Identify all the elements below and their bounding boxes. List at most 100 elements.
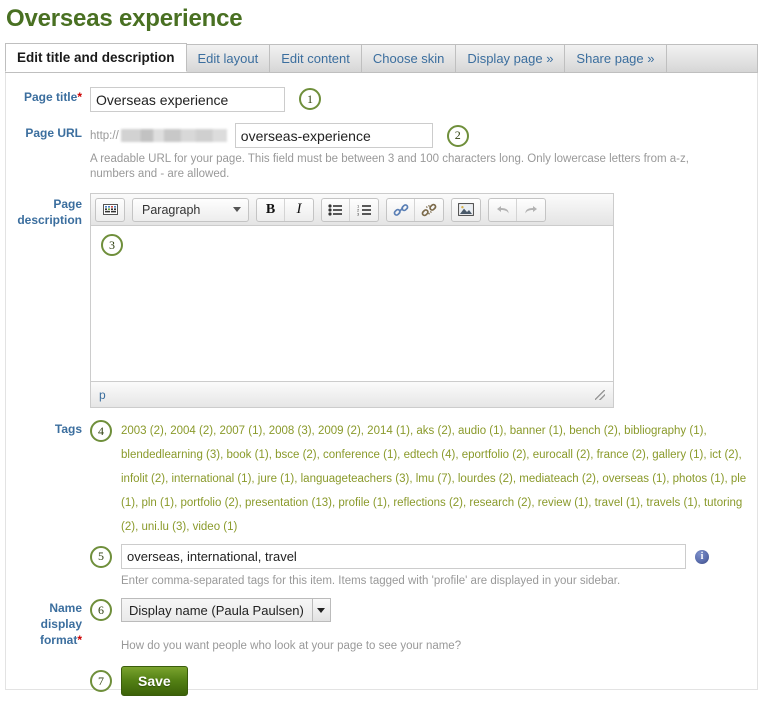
tag-link[interactable]: 2004	[170, 425, 196, 437]
name-display-format-select[interactable]: Display name (Paula Paulsen)	[121, 598, 331, 622]
tag-count: (1)	[680, 497, 698, 509]
tag-link[interactable]: bsce	[275, 449, 299, 461]
toolbar-group-fullscreen	[95, 197, 125, 222]
link-icon[interactable]	[387, 198, 415, 221]
tag-count: (2)	[445, 497, 463, 509]
tag-link[interactable]: book	[227, 449, 252, 461]
tag-link[interactable]: audio	[458, 425, 486, 437]
tag-count: (1)	[276, 473, 295, 485]
editor-resize-handle[interactable]	[595, 389, 605, 400]
required-asterisk-2: *	[77, 633, 82, 647]
tag-link[interactable]: tutoring	[704, 497, 742, 509]
italic-button[interactable]: I	[285, 199, 313, 221]
tag-link[interactable]: 2008	[269, 425, 295, 437]
save-line: 7 Save	[90, 666, 757, 696]
tab-edit-title-and-description[interactable]: Edit title and description	[5, 43, 187, 72]
tab-edit-layout[interactable]: Edit layout	[185, 44, 271, 72]
save-spacer	[6, 666, 90, 669]
tag-link[interactable]: ple	[731, 473, 746, 485]
tag-link[interactable]: eurocall	[533, 449, 573, 461]
page-description-label: Page description	[6, 193, 90, 228]
unordered-list-icon[interactable]	[322, 198, 350, 221]
tag-link[interactable]: conference	[323, 449, 380, 461]
redo-icon[interactable]	[517, 199, 545, 221]
keyboard-icon[interactable]	[96, 199, 124, 221]
tags-label: Tags	[6, 419, 90, 437]
tag-link[interactable]: infolit	[121, 473, 148, 485]
tag-count: (2)	[600, 425, 618, 437]
tag-count: (1)	[392, 425, 411, 437]
tag-link[interactable]: 2007	[219, 425, 245, 437]
tag-link[interactable]: portfolio	[180, 497, 221, 509]
tab-choose-skin[interactable]: Choose skin	[360, 44, 457, 72]
page-url-help-text: A readable URL for your page. This field…	[90, 153, 689, 180]
tag-link[interactable]: presentation	[245, 497, 308, 509]
step-marker-2: 2	[446, 124, 469, 147]
tag-link[interactable]: uni.lu	[141, 521, 169, 533]
tag-link[interactable]: languageteachers	[301, 473, 392, 485]
toolbar-group-format: Paragraph	[132, 197, 249, 222]
tag-link[interactable]: bibliography	[624, 425, 686, 437]
tag-count: (4)	[438, 449, 456, 461]
tag-link[interactable]: lmu	[416, 473, 435, 485]
tag-count: (1)	[686, 425, 704, 437]
paragraph-format-select[interactable]: Paragraph	[133, 199, 248, 221]
tag-link[interactable]: eportfolio	[462, 449, 509, 461]
tab-display-page[interactable]: Display page »	[455, 44, 566, 72]
save-field: 7 Save	[90, 666, 757, 696]
step-marker-4: 4	[90, 420, 112, 442]
page-description-editor-body[interactable]: 3	[91, 226, 613, 381]
tag-link[interactable]: travel	[595, 497, 623, 509]
tag-link[interactable]: edtech	[404, 449, 439, 461]
tag-link[interactable]: photos	[673, 473, 708, 485]
image-icon[interactable]	[452, 199, 480, 221]
undo-icon[interactable]	[489, 198, 517, 221]
tag-link[interactable]: travels	[646, 497, 680, 509]
tag-link[interactable]: ict	[710, 449, 722, 461]
page-url-label: Page URL	[6, 123, 90, 141]
tag-link[interactable]: banner	[510, 425, 546, 437]
save-button[interactable]: Save	[121, 666, 188, 696]
tag-link[interactable]: aks	[416, 425, 434, 437]
tag-count: (3)	[202, 449, 221, 461]
ordered-list-icon[interactable]: 1 2 3	[350, 199, 378, 221]
tag-count: (2)	[578, 473, 596, 485]
tag-link[interactable]: review	[538, 497, 571, 509]
tag-link[interactable]: reflections	[393, 497, 445, 509]
tag-link[interactable]: jure	[258, 473, 277, 485]
bold-button[interactable]: B	[257, 198, 285, 221]
unlink-icon[interactable]	[415, 199, 443, 221]
tag-link[interactable]: blendedlearning	[121, 449, 203, 461]
name-display-format-label-text: Name display format	[39, 601, 82, 647]
tags-row: Tags 4 2003 (2), 2004 (2), 2007 (1), 200…	[6, 419, 757, 589]
tag-link[interactable]: bench	[569, 425, 600, 437]
tag-link[interactable]: research	[469, 497, 514, 509]
tag-link[interactable]: video	[193, 521, 221, 533]
tab-share-page[interactable]: Share page »	[564, 44, 667, 72]
step-marker-1: 1	[299, 88, 321, 110]
tag-link[interactable]: 2014	[367, 425, 393, 437]
tag-link[interactable]: lourdes	[458, 473, 496, 485]
tag-link[interactable]: france	[597, 449, 629, 461]
editor-status-bar: p	[91, 381, 613, 407]
svg-text:3: 3	[357, 211, 360, 215]
tag-link[interactable]: 2009	[318, 425, 344, 437]
tag-link[interactable]: mediateach	[519, 473, 578, 485]
info-icon[interactable]: i	[695, 549, 709, 564]
tag-link[interactable]: overseas	[602, 473, 649, 485]
tab-edit-content[interactable]: Edit content	[269, 44, 362, 72]
tag-link[interactable]: profile	[338, 497, 369, 509]
page-url-input[interactable]	[234, 123, 433, 148]
tag-link[interactable]: pln	[141, 497, 156, 509]
tag-link[interactable]: gallery	[652, 449, 686, 461]
tags-field: 4 2003 (2), 2004 (2), 2007 (1), 2008 (3)…	[90, 419, 757, 589]
page-description-label-text: Page description	[17, 197, 82, 227]
page-title-input[interactable]	[90, 87, 285, 112]
tag-count: (2)	[221, 497, 239, 509]
tag-link[interactable]: 2003	[121, 425, 147, 437]
tag-link[interactable]: international	[172, 473, 235, 485]
tags-input[interactable]	[121, 544, 686, 569]
name-display-format-field: 6 Display name (Paula Paulsen) How do yo…	[90, 598, 757, 654]
tag-count: (1)	[234, 473, 252, 485]
page-description-field: Paragraph B I 1 2 3 3 p	[90, 193, 757, 408]
